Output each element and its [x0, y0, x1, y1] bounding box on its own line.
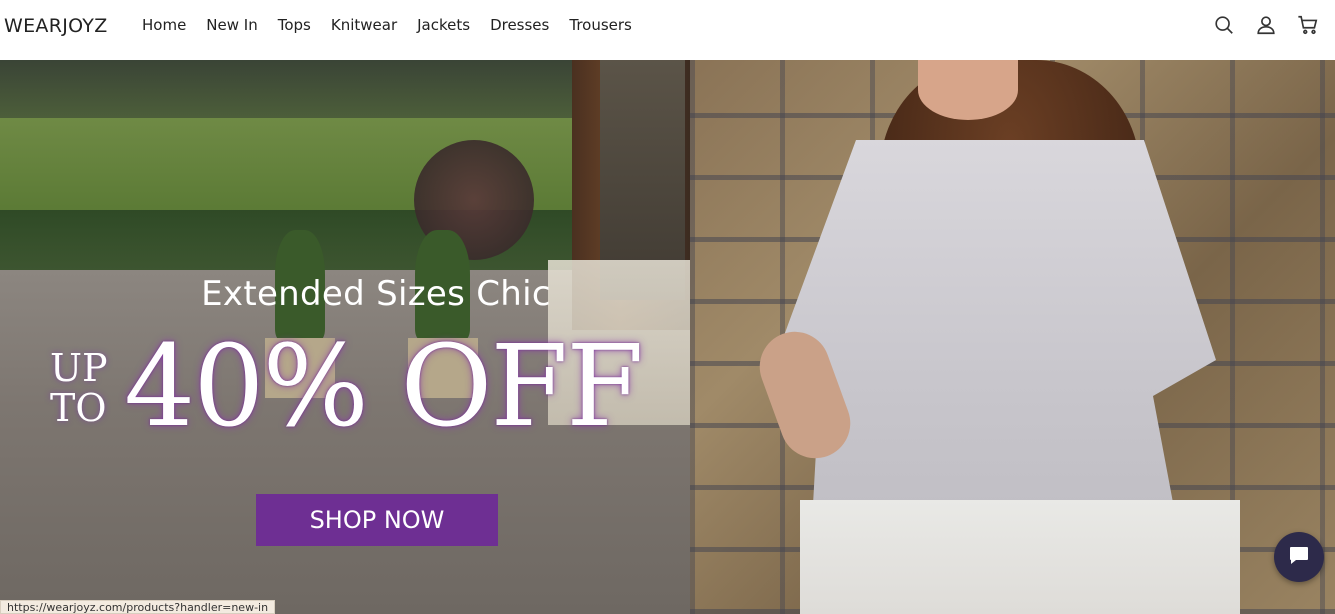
site-header: WEARJOYZ Home New In Tops Knitwear Jacke…: [0, 0, 1335, 60]
cart-icon[interactable]: [1297, 14, 1319, 36]
nav-knitwear[interactable]: Knitwear: [331, 16, 397, 34]
hero-discount: 40% OFF: [124, 322, 644, 452]
search-icon[interactable]: [1213, 14, 1235, 36]
hero-up-to: UP TO: [50, 348, 108, 428]
status-url: https://wearjoyz.com/products?handler=ne…: [0, 600, 276, 614]
model-skirt: [800, 500, 1240, 614]
hero-eyebrow: Extended Sizes Chic: [201, 274, 551, 314]
nav-new-in[interactable]: New In: [206, 16, 257, 34]
hero-to: TO: [50, 386, 107, 430]
chat-icon: [1287, 543, 1311, 572]
nav-tops[interactable]: Tops: [278, 16, 311, 34]
account-icon[interactable]: [1255, 14, 1277, 36]
hero-banner[interactable]: Extended Sizes Chic UP TO 40% OFF SHOP N…: [0, 60, 1335, 614]
shop-now-button[interactable]: SHOP NOW: [256, 494, 498, 546]
nav-trousers[interactable]: Trousers: [569, 16, 632, 34]
model-face: [918, 60, 1018, 120]
nav-home[interactable]: Home: [142, 16, 186, 34]
main-nav: Home New In Tops Knitwear Jackets Dresse…: [142, 16, 652, 34]
hero-up: UP: [50, 346, 108, 390]
nav-jackets[interactable]: Jackets: [417, 16, 470, 34]
model-blouse: [775, 140, 1216, 540]
header-icons: [1213, 14, 1319, 36]
background-trees: [0, 60, 580, 120]
site-logo[interactable]: WEARJOYZ: [4, 15, 108, 37]
nav-dresses[interactable]: Dresses: [490, 16, 549, 34]
chat-launcher[interactable]: [1274, 532, 1324, 582]
